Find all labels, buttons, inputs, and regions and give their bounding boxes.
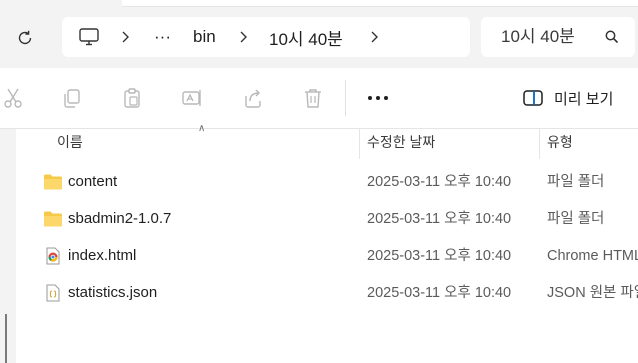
sort-ascending-icon: ∧ <box>198 123 206 134</box>
file-row[interactable]: content 2025-03-11 오후 10:40 파일 폴더 <box>32 164 638 200</box>
copy-button[interactable] <box>58 84 86 112</box>
column-divider[interactable] <box>359 129 360 159</box>
file-name[interactable]: sbadmin2-1.0.7 <box>68 201 171 237</box>
chevron-right-icon <box>122 31 129 43</box>
preview-pane-button[interactable]: 미리 보기 <box>522 84 613 112</box>
computer-icon <box>79 28 99 46</box>
breadcrumb-chevron[interactable] <box>238 17 248 57</box>
folder-icon <box>44 211 62 227</box>
rename-icon <box>182 90 201 106</box>
delete-button[interactable] <box>299 84 327 112</box>
preview-pane-icon <box>523 90 543 106</box>
refresh-button[interactable] <box>11 24 39 52</box>
share-icon <box>245 89 261 108</box>
file-date-modified: 2025-03-11 오후 10:40 <box>367 211 512 227</box>
column-header-type[interactable]: 유형 <box>547 129 573 159</box>
search-icon[interactable] <box>604 29 620 45</box>
chrome-html-icon <box>46 247 60 265</box>
breadcrumb-chevron[interactable] <box>369 17 379 57</box>
file-type: Chrome HTML Document <box>547 248 638 264</box>
share-button[interactable] <box>239 84 267 112</box>
folder-icon <box>44 174 62 190</box>
file-row[interactable]: statistics.json 2025-03-11 오후 10:40 JSON… <box>32 275 638 311</box>
breadcrumb-bin[interactable]: bin <box>193 17 216 57</box>
copy-icon <box>64 89 80 108</box>
file-row[interactable]: sbadmin2-1.0.7 2025-03-11 오후 10:40 파일 폴더 <box>32 201 638 237</box>
chevron-right-icon <box>371 31 378 43</box>
navigation-pane[interactable] <box>0 129 16 363</box>
paste-button[interactable] <box>118 84 146 112</box>
see-more-button[interactable] <box>362 82 394 114</box>
navigation-pane-scrollbar[interactable] <box>5 314 7 363</box>
preview-pane-label: 미리 보기 <box>554 90 614 108</box>
trash-icon <box>305 89 321 108</box>
search-box[interactable]: 10시 40분 <box>481 17 635 57</box>
file-type: JSON 원본 파일 <box>547 285 638 301</box>
more-horizontal-icon <box>368 96 388 100</box>
column-header-date-modified[interactable]: 수정한 날짜 <box>367 129 435 159</box>
refresh-icon <box>18 30 32 45</box>
json-file-icon <box>46 284 60 302</box>
file-row[interactable]: index.html 2025-03-11 오후 10:40 Chrome HT… <box>32 238 638 274</box>
file-name[interactable]: index.html <box>68 238 136 274</box>
breadcrumb-overflow[interactable]: ··· <box>154 17 171 57</box>
file-date-modified: 2025-03-11 오후 10:40 <box>367 174 512 190</box>
column-divider[interactable] <box>539 129 540 159</box>
chevron-right-icon <box>240 31 247 43</box>
rename-button[interactable] <box>178 84 206 112</box>
file-type: 파일 폴더 <box>547 174 605 190</box>
file-date-modified: 2025-03-11 오후 10:40 <box>367 248 512 264</box>
search-input[interactable]: 10시 40분 <box>501 17 575 57</box>
cut-button[interactable] <box>0 84 27 112</box>
file-name[interactable]: content <box>68 164 117 200</box>
file-name[interactable]: statistics.json <box>68 275 157 311</box>
toolbar-separator <box>345 80 346 116</box>
file-date-modified: 2025-03-11 오후 10:40 <box>367 285 512 301</box>
command-bar: 미리 보기 <box>0 68 638 129</box>
tab-strip-edge <box>122 0 638 7</box>
breadcrumb-current-folder[interactable]: 10시 40분 <box>269 17 343 57</box>
column-header-name[interactable]: 이름 <box>57 129 83 159</box>
clipboard-icon <box>124 88 140 108</box>
scissors-icon <box>4 88 22 108</box>
file-type: 파일 폴더 <box>547 211 605 227</box>
breadcrumb-chevron[interactable] <box>120 17 130 57</box>
this-pc-button[interactable] <box>78 17 100 57</box>
address-bar[interactable]: ··· bin 10시 40분 <box>62 17 470 57</box>
